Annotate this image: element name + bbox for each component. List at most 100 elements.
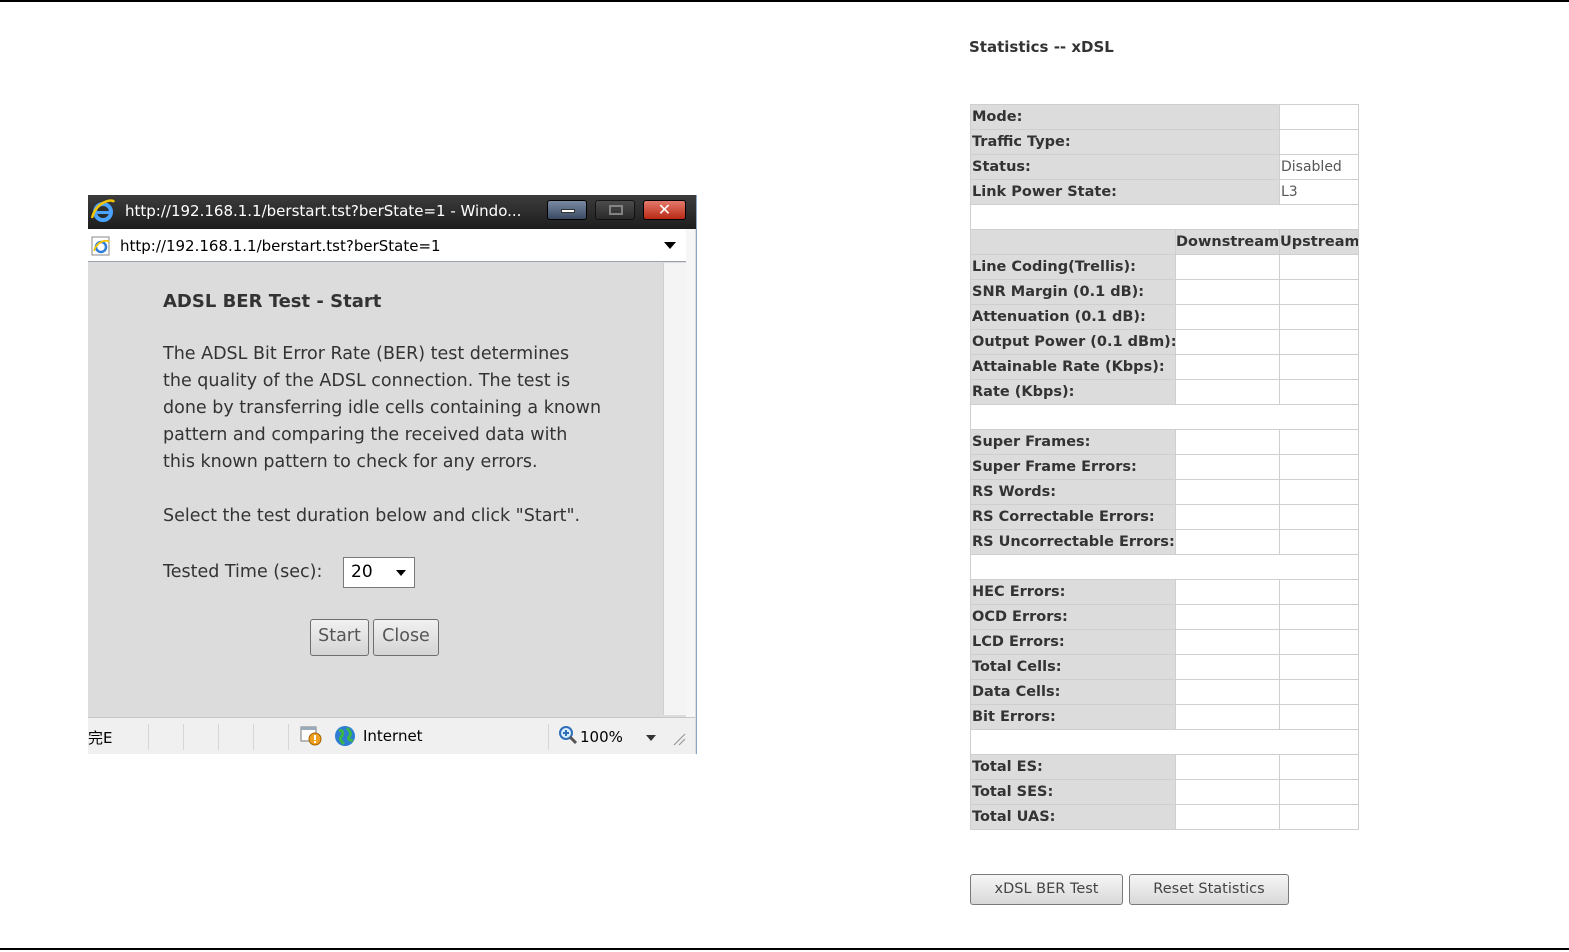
table-row: Super Frames: xyxy=(970,429,1359,455)
traffic-type-value xyxy=(1279,129,1359,155)
dialog-heading: ADSL BER Test - Start xyxy=(163,291,382,312)
downstream-value xyxy=(1175,479,1280,505)
description-line: the quality of the ADSL connection. The … xyxy=(163,371,571,391)
table-row: Total ES: xyxy=(970,754,1359,780)
table-row: Traffic Type: xyxy=(970,129,1359,155)
vertical-scrollbar[interactable] xyxy=(663,263,686,715)
description-line: pattern and comparing the received data … xyxy=(163,425,568,445)
status-divider xyxy=(253,724,254,750)
status-divider xyxy=(183,724,184,750)
minimize-button[interactable] xyxy=(547,200,587,220)
downstream-value xyxy=(1175,329,1280,355)
upstream-value xyxy=(1279,629,1359,655)
spacer-row xyxy=(970,204,1359,230)
reset-statistics-button[interactable]: Reset Statistics xyxy=(1129,874,1289,905)
spacer-row xyxy=(970,554,1359,580)
downstream-value xyxy=(1175,754,1280,780)
address-bar[interactable]: http://192.168.1.1/berstart.tst?berState… xyxy=(88,229,686,262)
upstream-value xyxy=(1279,329,1359,355)
row-label: RS Uncorrectable Errors: xyxy=(970,529,1176,555)
upstream-value xyxy=(1279,579,1359,605)
row-label: Super Frames: xyxy=(970,429,1176,455)
spacer-cell xyxy=(970,404,1359,430)
description-line: this known pattern to check for any erro… xyxy=(163,452,538,472)
status-divider xyxy=(288,724,289,750)
minimize-icon xyxy=(561,209,575,213)
upstream-value xyxy=(1279,679,1359,705)
zoom-icon[interactable] xyxy=(558,725,578,745)
window-titlebar[interactable]: http://192.168.1.1/berstart.tst?berState… xyxy=(88,195,696,229)
spacer-cell xyxy=(970,204,1359,230)
link-power-value: L3 xyxy=(1279,179,1359,205)
resize-grip-icon[interactable] xyxy=(672,732,686,746)
row-label: Total ES: xyxy=(970,754,1176,780)
downstream-value xyxy=(1175,429,1280,455)
upstream-value xyxy=(1279,804,1359,830)
table-row: Rate (Kbps): xyxy=(970,379,1359,405)
spacer-cell xyxy=(970,729,1359,755)
upstream-value xyxy=(1279,529,1359,555)
table-row: Line Coding(Trellis): xyxy=(970,254,1359,280)
table-row: Attainable Rate (Kbps): xyxy=(970,354,1359,380)
description-line: The ADSL Bit Error Rate (BER) test deter… xyxy=(163,344,570,364)
downstream-value xyxy=(1175,704,1280,730)
upstream-value xyxy=(1279,454,1359,480)
tested-time-select[interactable]: 20 xyxy=(343,557,415,588)
upstream-value xyxy=(1279,754,1359,780)
downstream-value xyxy=(1175,654,1280,680)
downstream-value xyxy=(1175,804,1280,830)
mode-value xyxy=(1279,104,1359,130)
table-row: Link Power State: L3 xyxy=(970,179,1359,205)
top-rule xyxy=(0,0,1569,2)
downstream-value xyxy=(1175,779,1280,805)
tested-time-label: Tested Time (sec): xyxy=(163,562,323,582)
table-row: RS Uncorrectable Errors: xyxy=(970,529,1359,555)
table-row: RS Words: xyxy=(970,479,1359,505)
table-row: HEC Errors: xyxy=(970,579,1359,605)
upstream-value xyxy=(1279,379,1359,405)
upstream-value xyxy=(1279,604,1359,630)
upstream-value xyxy=(1279,304,1359,330)
protected-mode-icon[interactable] xyxy=(300,726,322,746)
bottom-rule xyxy=(0,948,1569,950)
xdsl-statistics-table: Mode: Traffic Type: Status: Disabled Lin… xyxy=(970,104,1359,830)
zoom-dropdown-icon[interactable] xyxy=(646,735,656,741)
table-row: Output Power (0.1 dBm): xyxy=(970,329,1359,355)
spacer-row xyxy=(970,404,1359,430)
maximize-button[interactable] xyxy=(595,200,635,220)
internet-globe-icon xyxy=(335,726,355,746)
header-blank xyxy=(970,229,1176,255)
dialog-content: ADSL BER Test - Start The ADSL Bit Error… xyxy=(88,263,662,715)
zoom-level[interactable]: 100% xyxy=(580,728,623,746)
popup-window: http://192.168.1.1/berstart.tst?berState… xyxy=(88,195,697,754)
table-row: Bit Errors: xyxy=(970,704,1359,730)
page-title: Statistics -- xDSL xyxy=(969,38,1114,56)
row-label: Rate (Kbps): xyxy=(970,379,1176,405)
address-input[interactable]: http://192.168.1.1/berstart.tst?berState… xyxy=(120,237,441,255)
row-label: Bit Errors: xyxy=(970,704,1176,730)
downstream-value xyxy=(1175,529,1280,555)
downstream-value xyxy=(1175,629,1280,655)
upstream-value xyxy=(1279,504,1359,530)
downstream-header: Downstream xyxy=(1175,229,1280,255)
table-row: OCD Errors: xyxy=(970,604,1359,630)
upstream-value xyxy=(1279,479,1359,505)
row-label: RS Words: xyxy=(970,479,1176,505)
upstream-value xyxy=(1279,429,1359,455)
close-button[interactable]: Close xyxy=(373,619,439,656)
row-label: HEC Errors: xyxy=(970,579,1176,605)
table-row: Data Cells: xyxy=(970,679,1359,705)
window-close-button[interactable]: ✕ xyxy=(643,200,686,220)
downstream-value xyxy=(1175,579,1280,605)
status-text: 完E xyxy=(88,729,113,747)
table-row: SNR Margin (0.1 dB): xyxy=(970,279,1359,305)
table-row: LCD Errors: xyxy=(970,629,1359,655)
downstream-value xyxy=(1175,454,1280,480)
row-label: Total UAS: xyxy=(970,804,1176,830)
spacer-cell xyxy=(970,554,1359,580)
table-row: Status: Disabled xyxy=(970,154,1359,180)
xdsl-ber-test-button[interactable]: xDSL BER Test xyxy=(970,874,1123,905)
address-dropdown-icon[interactable] xyxy=(664,242,676,249)
start-button[interactable]: Start xyxy=(310,619,369,656)
row-label: Total SES: xyxy=(970,779,1176,805)
